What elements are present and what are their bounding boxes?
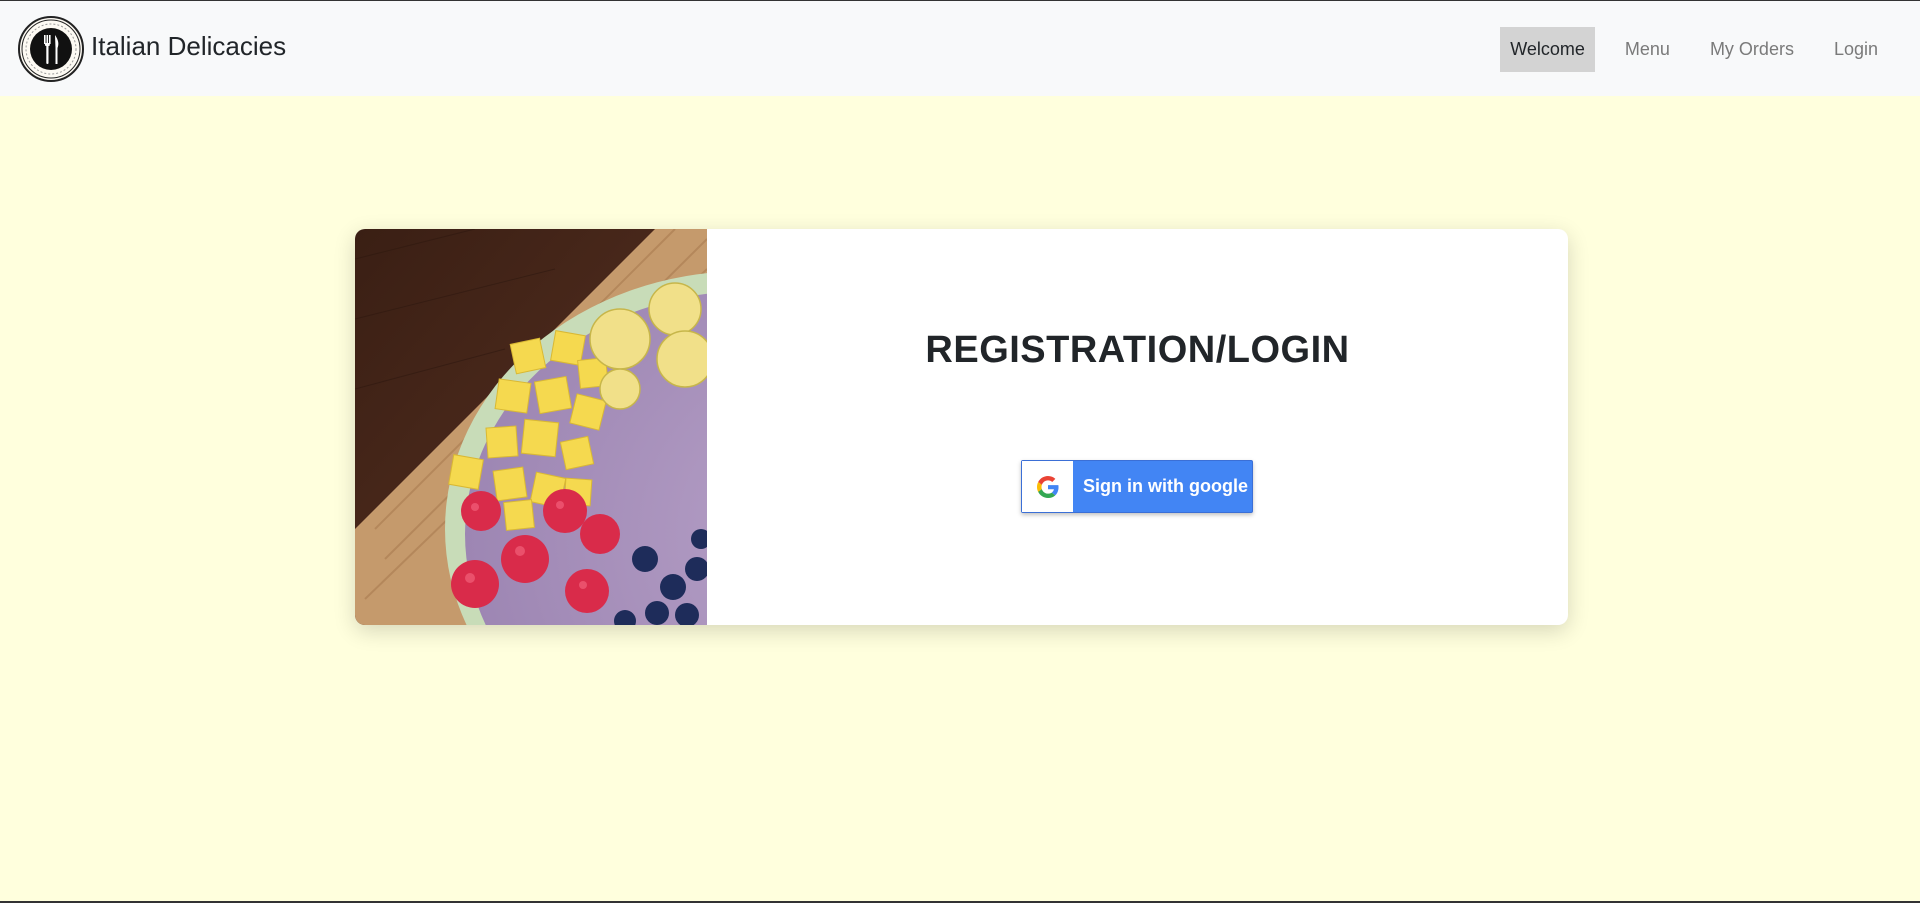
food-image bbox=[355, 229, 707, 625]
fork-knife-icon bbox=[18, 16, 84, 82]
navbar: Italian Delicacies Welcome Menu My Order… bbox=[0, 0, 1920, 96]
nav-menu: Welcome Menu My Orders Login bbox=[1500, 27, 1920, 72]
google-sign-in-button[interactable]: Sign in with google bbox=[1021, 460, 1253, 513]
nav-item-welcome[interactable]: Welcome bbox=[1500, 27, 1595, 72]
nav-item-menu[interactable]: Menu bbox=[1615, 27, 1680, 72]
google-sign-in-label: Sign in with google bbox=[1083, 476, 1248, 496]
brand-name: Italian Delicacies bbox=[91, 30, 287, 61]
nav-item-my-orders[interactable]: My Orders bbox=[1700, 27, 1804, 72]
google-icon bbox=[1022, 461, 1073, 512]
brand-link[interactable]: Italian Delicacies bbox=[18, 16, 286, 82]
nav-item-login[interactable]: Login bbox=[1824, 27, 1888, 72]
login-card: REGISTRATION/LOGIN Sign in with google bbox=[355, 229, 1568, 625]
page-title: REGISTRATION/LOGIN bbox=[925, 329, 1350, 371]
